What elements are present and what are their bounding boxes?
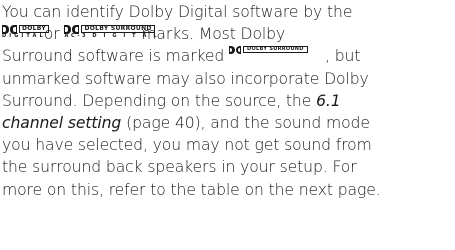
marks-text: marks. Most Dolby [141,25,286,44]
dolby-logo-box-text: DOLBY [19,25,49,34]
channel-setting-italic: channel setting [2,113,122,132]
dolby-surround-digital-logo: DOLBY SURROUND AC-3 D I G I T A L [64,25,157,39]
source-text: Surround. Depending on the source, the [2,91,312,110]
text-line-4: unmarked software may also incorporate D… [2,69,369,88]
dolby-digital-logo: DOLBY DIGITAL [2,25,49,39]
dolby-surround-logo-subtext: AC-3 D I G I T A L [64,33,160,40]
dolby-logo-subtext: DIGITAL [2,33,46,40]
text-line-9: more on this, refer to the table on the … [2,180,381,199]
dolby-surround-small-logo: DOLBY SURROUND [229,46,325,55]
text-line-2: DOLBY DIGITAL or DOLBY SURROUND AC-3 D I G… [2,23,454,45]
surround-marked-text: Surround software is marked [2,47,225,66]
text-line-8: the surround back speakers in your setup… [2,158,357,177]
text-line-6: channel setting (page 40), and the sound… [2,112,454,134]
double-d-icon [229,46,242,55]
manual-page: You can identify Dolby Digital software … [0,0,455,250]
text-line-5: Surround. Depending on the source, the 6… [2,90,454,112]
but-text: , but [325,47,361,66]
body-paragraph: You can identify Dolby Digital software … [2,1,454,201]
text-line-1: You can identify Dolby Digital software … [2,3,353,21]
text-line-3: Surround software is marked DOLBY SURROU… [2,45,454,67]
dolby-surround-logo-box-text: DOLBY SURROUND [81,25,155,34]
six-one-italic: 6.1 [316,91,341,110]
page-ref-text: (page 40), and the sound mode [126,113,370,132]
text-line-7: you have selected, you may not get sound… [2,136,372,155]
dolby-surround-small-logo-text: DOLBY SURROUND [243,46,308,54]
